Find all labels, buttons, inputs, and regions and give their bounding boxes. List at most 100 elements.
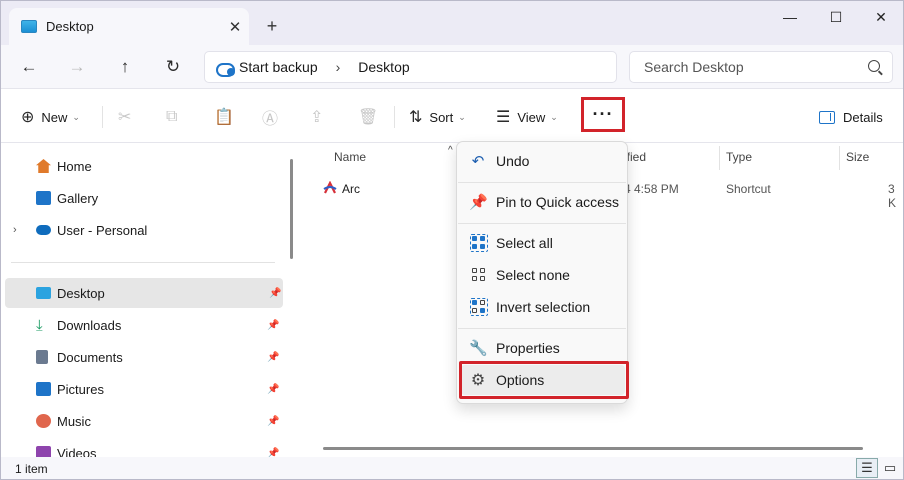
sidebar-item-label: Music (57, 413, 91, 429)
menu-item-select-none[interactable]: Select none (461, 260, 625, 290)
menu-item-label: Invert selection (496, 299, 591, 315)
options-highlight-box (459, 361, 629, 399)
forward-button[interactable]: → (63, 53, 91, 81)
menu-item-label: Undo (496, 153, 530, 169)
sidebar-item-music[interactable]: Music 📌 (1, 406, 286, 436)
copy-button[interactable]: ⧉ (166, 104, 177, 130)
column-divider[interactable] (719, 146, 720, 170)
view-button[interactable]: ☰ View ⌄ (496, 104, 558, 130)
pin-icon[interactable]: 📌 (267, 320, 279, 331)
rename-button[interactable]: Ⓐ (262, 104, 278, 130)
column-divider[interactable] (839, 146, 840, 170)
sidebar-item-label: Downloads (57, 317, 122, 333)
desktop-folder-icon (21, 20, 37, 33)
horizontal-scrollbar[interactable] (323, 447, 863, 450)
sidebar-scrollbar[interactable] (290, 159, 293, 259)
up-button[interactable]: ↑ (111, 53, 139, 81)
paste-icon: 📋 (214, 109, 234, 126)
refresh-button[interactable]: ↻ (159, 53, 187, 81)
file-modified: 4 4:58 PM (624, 182, 679, 196)
back-button[interactable]: ← (15, 53, 43, 81)
toolbar-divider (102, 106, 103, 128)
invert-selection-icon (470, 298, 488, 316)
share-button[interactable]: ⇪ (310, 104, 323, 130)
pin-icon[interactable]: 📌 (267, 416, 279, 427)
maximize-button[interactable]: ☐ (813, 5, 859, 29)
new-tab-button[interactable]: + (259, 13, 285, 39)
item-count: 1 item (15, 462, 48, 476)
rename-icon: Ⓐ (262, 111, 279, 128)
search-icon (868, 60, 880, 72)
sort-button[interactable]: ⇅ Sort ⌄ (409, 104, 466, 130)
share-icon: ⇪ (310, 109, 324, 126)
breadcrumb-start-backup[interactable]: Start backup (239, 59, 318, 75)
gallery-icon (36, 191, 51, 205)
menu-item-undo[interactable]: ↶ Undo (461, 146, 625, 176)
tab-desktop[interactable]: Desktop ✕ (9, 8, 249, 45)
address-bar[interactable]: Start backup › Desktop (204, 51, 617, 83)
see-more-button[interactable]: ··· (581, 97, 625, 132)
menu-item-pin-to-quick-access[interactable]: 📌 Pin to Quick access (461, 187, 625, 217)
properties-icon: 🔧 (469, 340, 488, 357)
sidebar-item-gallery[interactable]: Gallery (1, 183, 286, 213)
sidebar-item-documents[interactable]: Documents 📌 (1, 342, 286, 372)
pin-icon[interactable]: 📌 (267, 352, 279, 363)
chevron-down-icon: ⌄ (72, 111, 80, 122)
column-header-name[interactable]: Name (334, 144, 366, 170)
search-input[interactable]: Search Desktop (629, 51, 893, 83)
details-view-toggle[interactable]: ☰ (856, 458, 878, 478)
details-pane-button[interactable]: Details (819, 104, 883, 130)
chevron-right-icon[interactable]: › (13, 224, 17, 236)
command-bar: ⊕ New ⌄ ✂ ⧉ 📋 Ⓐ ⇪ 🗑 ⇅ Sort ⌄ ☰ View ⌄ De… (1, 90, 903, 143)
menu-item-invert-selection[interactable]: Invert selection (461, 292, 625, 322)
sidebar-item-label: User - Personal (57, 222, 148, 238)
cloud-backup-icon (215, 60, 235, 77)
column-header-type[interactable]: Type (726, 144, 752, 170)
chevron-down-icon: ⌄ (550, 111, 558, 122)
close-button[interactable]: ✕ (858, 5, 903, 29)
new-icon: ⊕ (21, 109, 35, 126)
documents-icon (36, 350, 48, 364)
details-label: Details (843, 109, 883, 125)
navigation-pane: Home Gallery › User - Personal Desktop 📌… (1, 144, 286, 461)
tab-close-icon[interactable]: ✕ (221, 18, 249, 36)
delete-button[interactable]: 🗑 (358, 104, 378, 130)
sidebar-item-pictures[interactable]: Pictures 📌 (1, 374, 286, 404)
breadcrumb-separator-icon[interactable]: › (336, 59, 341, 75)
sort-label: Sort (429, 109, 454, 125)
chevron-down-icon: ⌄ (458, 111, 466, 122)
cut-button[interactable]: ✂ (118, 104, 131, 130)
sidebar-divider (11, 262, 275, 263)
sidebar-item-user-personal[interactable]: › User - Personal (1, 215, 286, 245)
sidebar-item-downloads[interactable]: ⤓ Downloads 📌 (1, 310, 286, 340)
menu-item-label: Pin to Quick access (496, 194, 619, 210)
sidebar-item-desktop[interactable]: Desktop 📌 (5, 278, 283, 308)
menu-item-select-all[interactable]: Select all (461, 228, 625, 258)
pin-icon: 📌 (469, 194, 488, 211)
address-row: ← → ↑ ↻ Start backup › Desktop Search De… (1, 45, 903, 89)
sidebar-item-label: Documents (57, 349, 123, 365)
sidebar-item-label: Desktop (57, 285, 105, 301)
pin-icon[interactable]: 📌 (267, 384, 279, 395)
menu-separator (458, 223, 626, 224)
pictures-icon (36, 382, 51, 396)
menu-separator (458, 182, 626, 183)
view-icon: ☰ (496, 109, 511, 126)
cut-icon: ✂ (118, 109, 132, 126)
sidebar-item-home[interactable]: Home (1, 151, 286, 181)
pin-icon[interactable]: 📌 (269, 288, 281, 299)
select-all-icon (470, 234, 488, 252)
new-button[interactable]: ⊕ New ⌄ (21, 104, 80, 130)
breadcrumb-desktop[interactable]: Desktop (358, 59, 409, 75)
sort-caret-icon: ^ (448, 144, 453, 156)
minimize-button[interactable]: — (767, 5, 813, 29)
paste-button[interactable]: 📋 (214, 104, 234, 130)
tiles-view-toggle[interactable]: ▭ (879, 458, 901, 478)
tab-title: Desktop (46, 19, 94, 34)
sort-icon: ⇅ (409, 109, 423, 126)
details-pane-icon (819, 110, 835, 124)
menu-item-properties[interactable]: 🔧 Properties (461, 333, 625, 363)
arc-app-icon (323, 181, 337, 194)
column-header-size[interactable]: Size (846, 144, 869, 170)
toolbar-divider (394, 106, 395, 128)
